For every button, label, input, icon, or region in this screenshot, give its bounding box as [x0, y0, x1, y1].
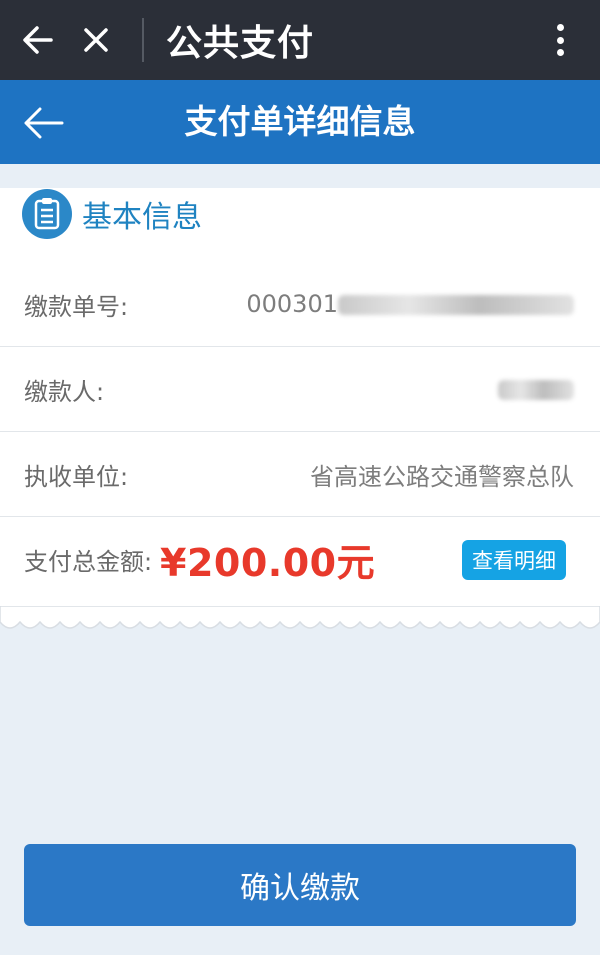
- close-icon[interactable]: [72, 0, 120, 80]
- order-number-row: 缴款单号: 000301: [0, 262, 600, 347]
- payer-row: 缴款人:: [0, 347, 600, 432]
- total-amount-value: ¥200.00元: [160, 541, 376, 585]
- page-header: 支付单详细信息: [0, 80, 600, 164]
- basic-info-card: 基本信息 缴款单号: 000301 缴款人: 执收单位: 省高速公路交通警察总队…: [0, 188, 600, 606]
- more-vertical-icon[interactable]: [540, 20, 580, 60]
- collector-label: 执收单位:: [24, 462, 129, 491]
- top-bar-divider: [142, 18, 144, 62]
- confirm-payment-button[interactable]: 确认缴款: [24, 844, 576, 926]
- document-list-icon: [22, 189, 72, 239]
- payer-label: 缴款人:: [24, 377, 105, 406]
- collector-row: 执收单位: 省高速公路交通警察总队: [0, 432, 600, 517]
- total-amount-label: 支付总金额:: [24, 548, 153, 576]
- view-details-button[interactable]: 查看明细: [462, 540, 566, 580]
- order-number-label: 缴款单号:: [24, 292, 129, 321]
- order-number-prefix: 000301: [246, 290, 338, 318]
- order-number-redacted: [338, 295, 574, 315]
- section-title: 基本信息: [82, 200, 202, 235]
- order-number-value: 000301: [246, 290, 574, 318]
- page-title: 支付单详细信息: [184, 102, 416, 141]
- collector-value: 省高速公路交通警察总队: [310, 462, 574, 491]
- app-title: 公共支付: [166, 23, 315, 64]
- receipt-edge: [0, 606, 600, 629]
- section-header: 基本信息: [22, 188, 202, 240]
- payer-value: [498, 375, 574, 403]
- top-bar: 公共支付: [0, 0, 600, 80]
- payer-redacted: [498, 380, 574, 400]
- back-arrow-icon[interactable]: [14, 0, 62, 80]
- total-amount-row: 支付总金额: ¥200.00元 查看明细: [0, 517, 600, 602]
